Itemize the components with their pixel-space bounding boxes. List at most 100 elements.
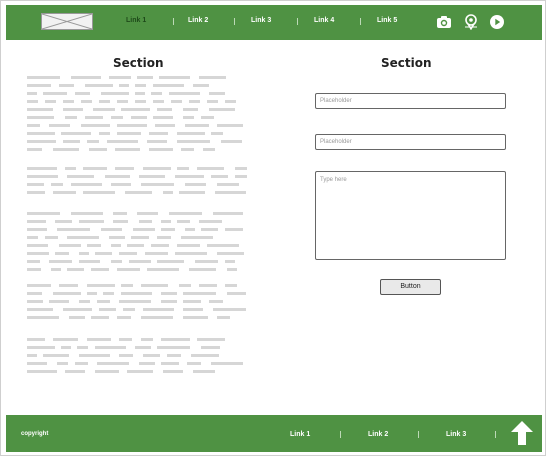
placeholder-line bbox=[187, 362, 201, 365]
placeholder-line bbox=[141, 284, 168, 287]
placeholder-line bbox=[71, 76, 101, 79]
arrow-up-icon[interactable] bbox=[510, 420, 534, 446]
placeholder-line bbox=[225, 228, 243, 231]
placeholder-line bbox=[101, 92, 129, 95]
placeholder-line bbox=[45, 100, 56, 103]
placeholder-line bbox=[179, 284, 191, 287]
placeholder-line bbox=[211, 175, 228, 178]
placeholder-line bbox=[55, 220, 72, 223]
copyright-text: copyright bbox=[21, 431, 49, 437]
play-icon[interactable] bbox=[489, 14, 505, 30]
placeholder-line bbox=[79, 260, 100, 263]
nav-separator bbox=[360, 18, 361, 25]
placeholder-line bbox=[119, 84, 129, 87]
placeholder-line bbox=[97, 300, 110, 303]
placeholder-line bbox=[91, 316, 109, 319]
placeholder-line bbox=[175, 252, 207, 255]
placeholder-line bbox=[181, 148, 194, 151]
placeholder-line bbox=[67, 236, 99, 239]
placeholder-line bbox=[95, 370, 119, 373]
placeholder-line bbox=[183, 308, 203, 311]
placeholder-line bbox=[111, 116, 123, 119]
placeholder-line bbox=[27, 308, 53, 311]
placeholder-line bbox=[213, 308, 246, 311]
nav-link-3[interactable]: Link 3 bbox=[251, 17, 271, 24]
placeholder-line bbox=[27, 92, 37, 95]
placeholder-line bbox=[193, 370, 215, 373]
placeholder-line bbox=[117, 268, 140, 271]
placeholder-line bbox=[27, 212, 60, 215]
placeholder-input-2[interactable]: Placeholder bbox=[315, 134, 506, 150]
footer-link-1[interactable]: Link 1 bbox=[290, 431, 310, 438]
footer-link-2[interactable]: Link 2 bbox=[368, 431, 388, 438]
placeholder-line bbox=[169, 92, 200, 95]
placeholder-line bbox=[143, 354, 160, 357]
placeholder-line bbox=[225, 100, 236, 103]
placeholder-line bbox=[123, 308, 135, 311]
placeholder-line bbox=[141, 338, 153, 341]
placeholder-line bbox=[131, 116, 147, 119]
placeholder-line bbox=[137, 76, 153, 79]
placeholder-line bbox=[117, 316, 131, 319]
placeholder-line bbox=[207, 100, 218, 103]
placeholder-line bbox=[139, 362, 155, 365]
placeholder-line bbox=[153, 100, 164, 103]
placeholder-line bbox=[109, 236, 125, 239]
placeholder-line bbox=[103, 292, 114, 295]
header-bar: Link 1 Link 2 Link 3 Link 4 Link 5 bbox=[6, 5, 542, 40]
placeholder-line bbox=[161, 362, 179, 365]
placeholder-line bbox=[211, 362, 243, 365]
placeholder-line bbox=[155, 124, 175, 127]
placeholder-input-1[interactable]: Placeholder bbox=[315, 93, 506, 109]
footer-link-3[interactable]: Link 3 bbox=[446, 431, 466, 438]
camera-icon[interactable] bbox=[436, 14, 452, 30]
image-placeholder-icon[interactable] bbox=[41, 13, 93, 30]
nav-link-1[interactable]: Link 1 bbox=[126, 17, 146, 24]
placeholder-line bbox=[201, 346, 220, 349]
placeholder-line bbox=[27, 244, 48, 247]
submit-button[interactable]: Button bbox=[380, 279, 441, 295]
placeholder-line bbox=[81, 124, 110, 127]
placeholder-line bbox=[101, 228, 122, 231]
placeholder-line bbox=[63, 100, 74, 103]
placeholder-line bbox=[43, 92, 67, 95]
placeholder-line bbox=[189, 268, 216, 271]
map-pin-icon[interactable] bbox=[463, 14, 479, 30]
placeholder-line bbox=[143, 167, 171, 170]
placeholder-line bbox=[161, 300, 177, 303]
placeholder-line bbox=[145, 252, 168, 255]
placeholder-line bbox=[157, 108, 172, 111]
placeholder-line bbox=[83, 167, 107, 170]
placeholder-line bbox=[27, 124, 40, 127]
placeholder-line bbox=[179, 191, 205, 194]
placeholder-line bbox=[49, 260, 72, 263]
placeholder-line bbox=[161, 220, 171, 223]
placeholder-line bbox=[27, 316, 59, 319]
placeholder-line bbox=[207, 244, 239, 247]
placeholder-line bbox=[177, 167, 189, 170]
placeholder-line bbox=[195, 260, 218, 263]
right-section-title: Section bbox=[381, 56, 432, 70]
placeholder-line bbox=[79, 252, 89, 255]
nav-link-4[interactable]: Link 4 bbox=[314, 17, 334, 24]
placeholder-line bbox=[119, 338, 132, 341]
message-textarea[interactable]: Type here bbox=[315, 171, 506, 260]
placeholder-line bbox=[51, 268, 61, 271]
placeholder-line bbox=[185, 228, 195, 231]
placeholder-line bbox=[167, 354, 181, 357]
nav-link-5[interactable]: Link 5 bbox=[377, 17, 397, 24]
placeholder-line bbox=[115, 167, 134, 170]
placeholder-line bbox=[225, 284, 237, 287]
placeholder-line bbox=[111, 183, 131, 186]
placeholder-line bbox=[117, 124, 147, 127]
placeholder-line bbox=[87, 338, 111, 341]
placeholder-line bbox=[135, 346, 151, 349]
placeholder-line bbox=[127, 370, 153, 373]
nav-link-2[interactable]: Link 2 bbox=[188, 17, 208, 24]
placeholder-line bbox=[193, 84, 209, 87]
placeholder-line bbox=[81, 100, 92, 103]
placeholder-line bbox=[211, 132, 223, 135]
placeholder-line bbox=[217, 252, 244, 255]
placeholder-line bbox=[149, 148, 173, 151]
placeholder-line bbox=[119, 300, 151, 303]
